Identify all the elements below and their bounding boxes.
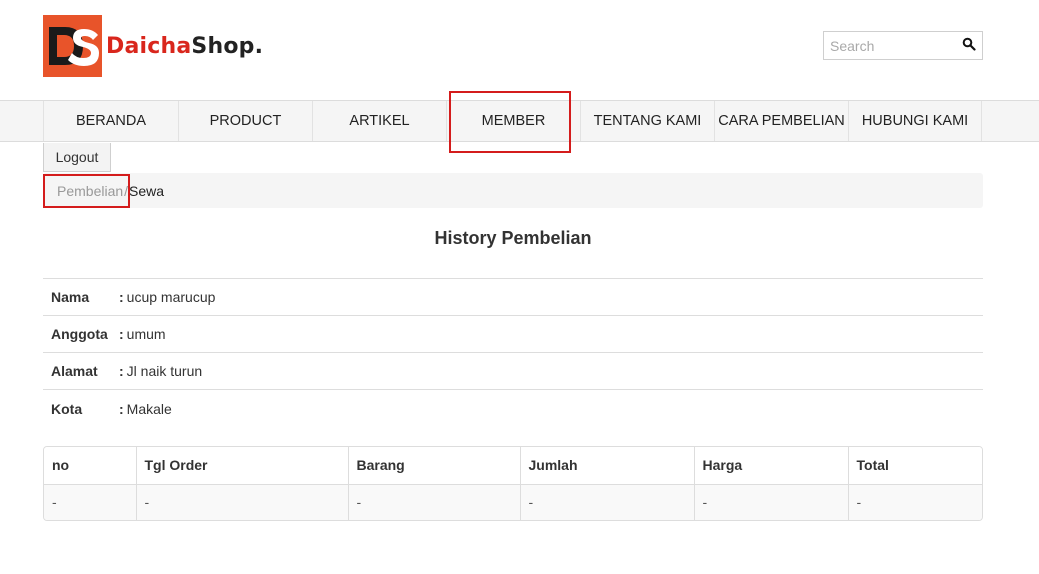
info-colon: : [119, 289, 124, 305]
search-input[interactable] [824, 32, 958, 59]
info-colon: : [119, 363, 124, 379]
member-info-table: Nama : ucup marucup Anggota : umum Alama… [43, 278, 983, 427]
logout-button[interactable]: Logout [43, 143, 111, 172]
column-header-harga: Harga [694, 447, 849, 485]
table-cell: - [348, 484, 521, 520]
nav-item-beranda[interactable]: BERANDA [43, 101, 178, 141]
table-cell: - [520, 484, 695, 520]
info-colon: : [119, 400, 124, 417]
info-label: Kota [51, 400, 83, 417]
nav-item-tentang-kami[interactable]: TENTANG KAMI [580, 101, 714, 141]
table-header-row: no Tgl Order Barang Jumlah Harga Total [44, 447, 982, 485]
brand-name-dark: Shop. [191, 33, 264, 59]
info-value: ucup marucup [126, 289, 216, 305]
brand-name-red: Daicha [106, 33, 192, 59]
info-row-anggota: Anggota : umum [43, 316, 983, 353]
main-navbar: BERANDA PRODUCT ARTIKEL MEMBER TENTANG K… [0, 100, 1039, 142]
nav-item-member[interactable]: MEMBER [446, 101, 580, 141]
breadcrumb-current-sewa: Sewa [129, 182, 165, 199]
column-header-barang: Barang [348, 447, 521, 485]
search-icon[interactable] [962, 37, 976, 51]
nav-item-hubungi-kami[interactable]: HUBUNGI KAMI [848, 101, 982, 141]
info-value: umum [126, 326, 166, 342]
table-cell: - [44, 484, 137, 520]
page-title: History Pembelian [434, 228, 592, 248]
column-header-jumlah: Jumlah [520, 447, 695, 485]
table-row: - - - - - - [44, 484, 982, 520]
info-label: Alamat [51, 363, 98, 379]
site-logo[interactable]: DaichaShop. [43, 15, 263, 77]
info-value: Jl naik turun [126, 363, 203, 379]
info-colon: : [119, 326, 124, 342]
info-value: Makale [126, 400, 172, 417]
table-cell: - [848, 484, 982, 520]
column-header-total: Total [848, 447, 982, 485]
info-row-nama: Nama : ucup marucup [43, 279, 983, 316]
logo-mark [43, 15, 102, 77]
nav-item-artikel[interactable]: ARTIKEL [312, 101, 446, 141]
nav-item-cara-pembelian[interactable]: CARA PEMBELIAN [714, 101, 848, 141]
table-cell: - [136, 484, 349, 520]
purchase-history-table: no Tgl Order Barang Jumlah Harga Total -… [43, 446, 983, 521]
info-row-alamat: Alamat : Jl naik turun [43, 353, 983, 390]
column-header-tgl-order: Tgl Order [136, 447, 349, 485]
table-cell: - [694, 484, 849, 520]
info-label: Nama [51, 289, 90, 305]
brand-name: DaichaShop. [106, 34, 263, 59]
search-box [823, 31, 983, 60]
info-row-kota: Kota : Makale [43, 390, 983, 427]
column-header-no: no [44, 447, 137, 485]
nav-item-product[interactable]: PRODUCT [178, 101, 312, 141]
breadcrumb: Pembelian / Sewa [43, 173, 983, 208]
info-label: Anggota [51, 326, 108, 342]
breadcrumb-link-pembelian[interactable]: Pembelian [57, 183, 123, 199]
logo-ds-icon [49, 27, 99, 66]
